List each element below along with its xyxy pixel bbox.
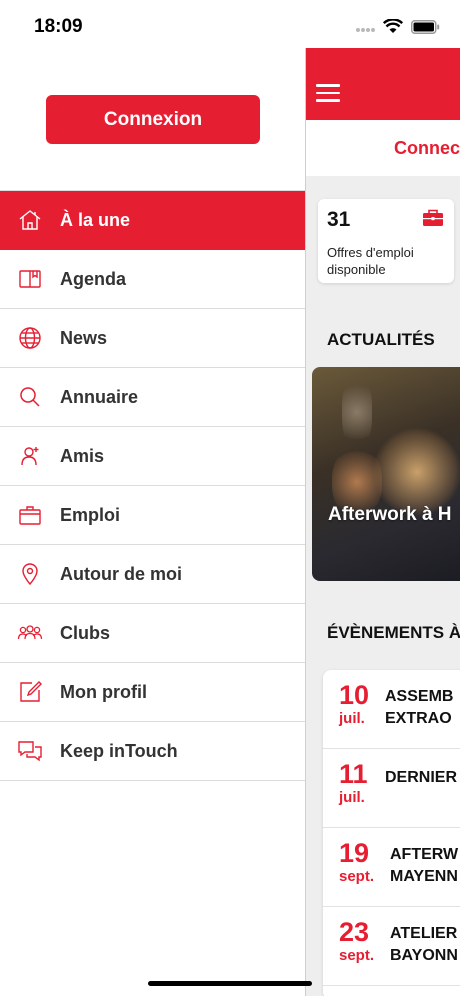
menu-item-label: Amis xyxy=(60,445,105,466)
signal-icon xyxy=(356,27,375,32)
event-row[interactable]: 10 juil. ASSEMB EXTRAO xyxy=(323,670,460,749)
menu-item-label: News xyxy=(60,327,108,348)
menu-item-label: À la une xyxy=(60,209,131,230)
events-section-title: ÉVÈNEMENTS À xyxy=(327,623,460,642)
photo-figure xyxy=(342,377,372,447)
event-day: 10 xyxy=(339,680,370,710)
status-bar: 18:09 xyxy=(0,0,460,50)
person-add-icon xyxy=(0,427,60,486)
home-icon xyxy=(0,191,60,250)
event-title: ATELIER BAYONN xyxy=(390,925,458,964)
menu-item-amis[interactable]: Amis xyxy=(0,427,305,486)
news-card[interactable]: Afterwork à H xyxy=(312,367,460,581)
top-app-bar xyxy=(306,48,460,120)
menu-item-news[interactable]: News xyxy=(0,309,305,368)
event-row[interactable]: 11 juil. DERNIER xyxy=(323,749,460,828)
events-list: 10 juil. ASSEMB EXTRAO 11 juil. DERNIER 1… xyxy=(323,670,460,996)
menu-item-label: Autour de moi xyxy=(60,563,182,584)
event-row[interactable]: 23 sept. ATELIER BAYONN xyxy=(323,907,460,986)
menu-item-label: Emploi xyxy=(60,504,121,525)
group-icon xyxy=(0,604,60,663)
connect-link[interactable]: Connect xyxy=(394,138,460,159)
event-month: sept. xyxy=(339,868,375,885)
search-icon xyxy=(0,368,60,427)
menu-item-label: Annuaire xyxy=(60,386,139,407)
briefcase-icon xyxy=(422,209,444,232)
calendar-book-icon xyxy=(0,250,60,309)
drawer-menu: À la une Agenda News Annuaire Amis Emplo… xyxy=(0,190,305,781)
job-offers-card[interactable]: 31 Offres d'emploi disponible xyxy=(318,199,454,283)
event-month: sept. xyxy=(339,947,375,964)
news-section-title: ACTUALITÉS xyxy=(327,330,435,349)
event-title: DERNIER xyxy=(385,769,458,786)
menu-item-emploi[interactable]: Emploi xyxy=(0,486,305,545)
hamburger-menu-icon[interactable] xyxy=(316,84,340,102)
menu-item-mon-profil[interactable]: Mon profil xyxy=(0,663,305,722)
wifi-icon xyxy=(383,19,403,33)
globe-icon xyxy=(0,309,60,368)
menu-item-keep-intouch[interactable]: Keep inTouch xyxy=(0,722,305,781)
battery-icon xyxy=(411,19,440,34)
event-month: juil. xyxy=(339,789,365,806)
menu-item-a-la-une[interactable]: À la une xyxy=(0,191,305,250)
chat-bubbles-icon xyxy=(0,722,60,781)
location-pin-icon xyxy=(0,545,60,604)
main-content: Connect 31 Offres d'emploi disponible AC… xyxy=(305,48,460,996)
event-month: juil. xyxy=(339,710,365,727)
event-title: ASSEMB EXTRAO xyxy=(385,688,454,727)
home-indicator[interactable] xyxy=(148,981,312,986)
connect-bar[interactable]: Connect xyxy=(306,120,460,176)
news-card-title: Afterwork à H xyxy=(328,504,452,525)
menu-item-annuaire[interactable]: Annuaire xyxy=(0,368,305,427)
event-day: 19 xyxy=(339,838,370,868)
status-time: 18:09 xyxy=(34,16,83,37)
side-drawer: Connexion À la une Agenda News Annuaire … xyxy=(0,50,305,996)
login-button[interactable]: Connexion xyxy=(46,95,260,144)
briefcase-icon xyxy=(0,486,60,545)
event-row[interactable]: 19 sept. AFTERW MAYENN xyxy=(323,828,460,907)
menu-item-agenda[interactable]: Agenda xyxy=(0,250,305,309)
job-offers-label: Offres d'emploi disponible xyxy=(327,245,414,277)
menu-item-clubs[interactable]: Clubs xyxy=(0,604,305,663)
event-day: 11 xyxy=(339,759,368,789)
menu-item-label: Mon profil xyxy=(60,681,147,702)
menu-item-label: Keep inTouch xyxy=(60,740,178,761)
menu-item-autour-de-moi[interactable]: Autour de moi xyxy=(0,545,305,604)
status-icons xyxy=(355,19,440,34)
menu-item-label: Clubs xyxy=(60,622,111,643)
menu-item-label: Agenda xyxy=(60,268,127,289)
edit-profile-icon xyxy=(0,663,60,722)
event-title: AFTERW MAYENN xyxy=(390,846,459,885)
job-count: 31 xyxy=(327,208,351,231)
event-day: 23 xyxy=(339,917,370,947)
